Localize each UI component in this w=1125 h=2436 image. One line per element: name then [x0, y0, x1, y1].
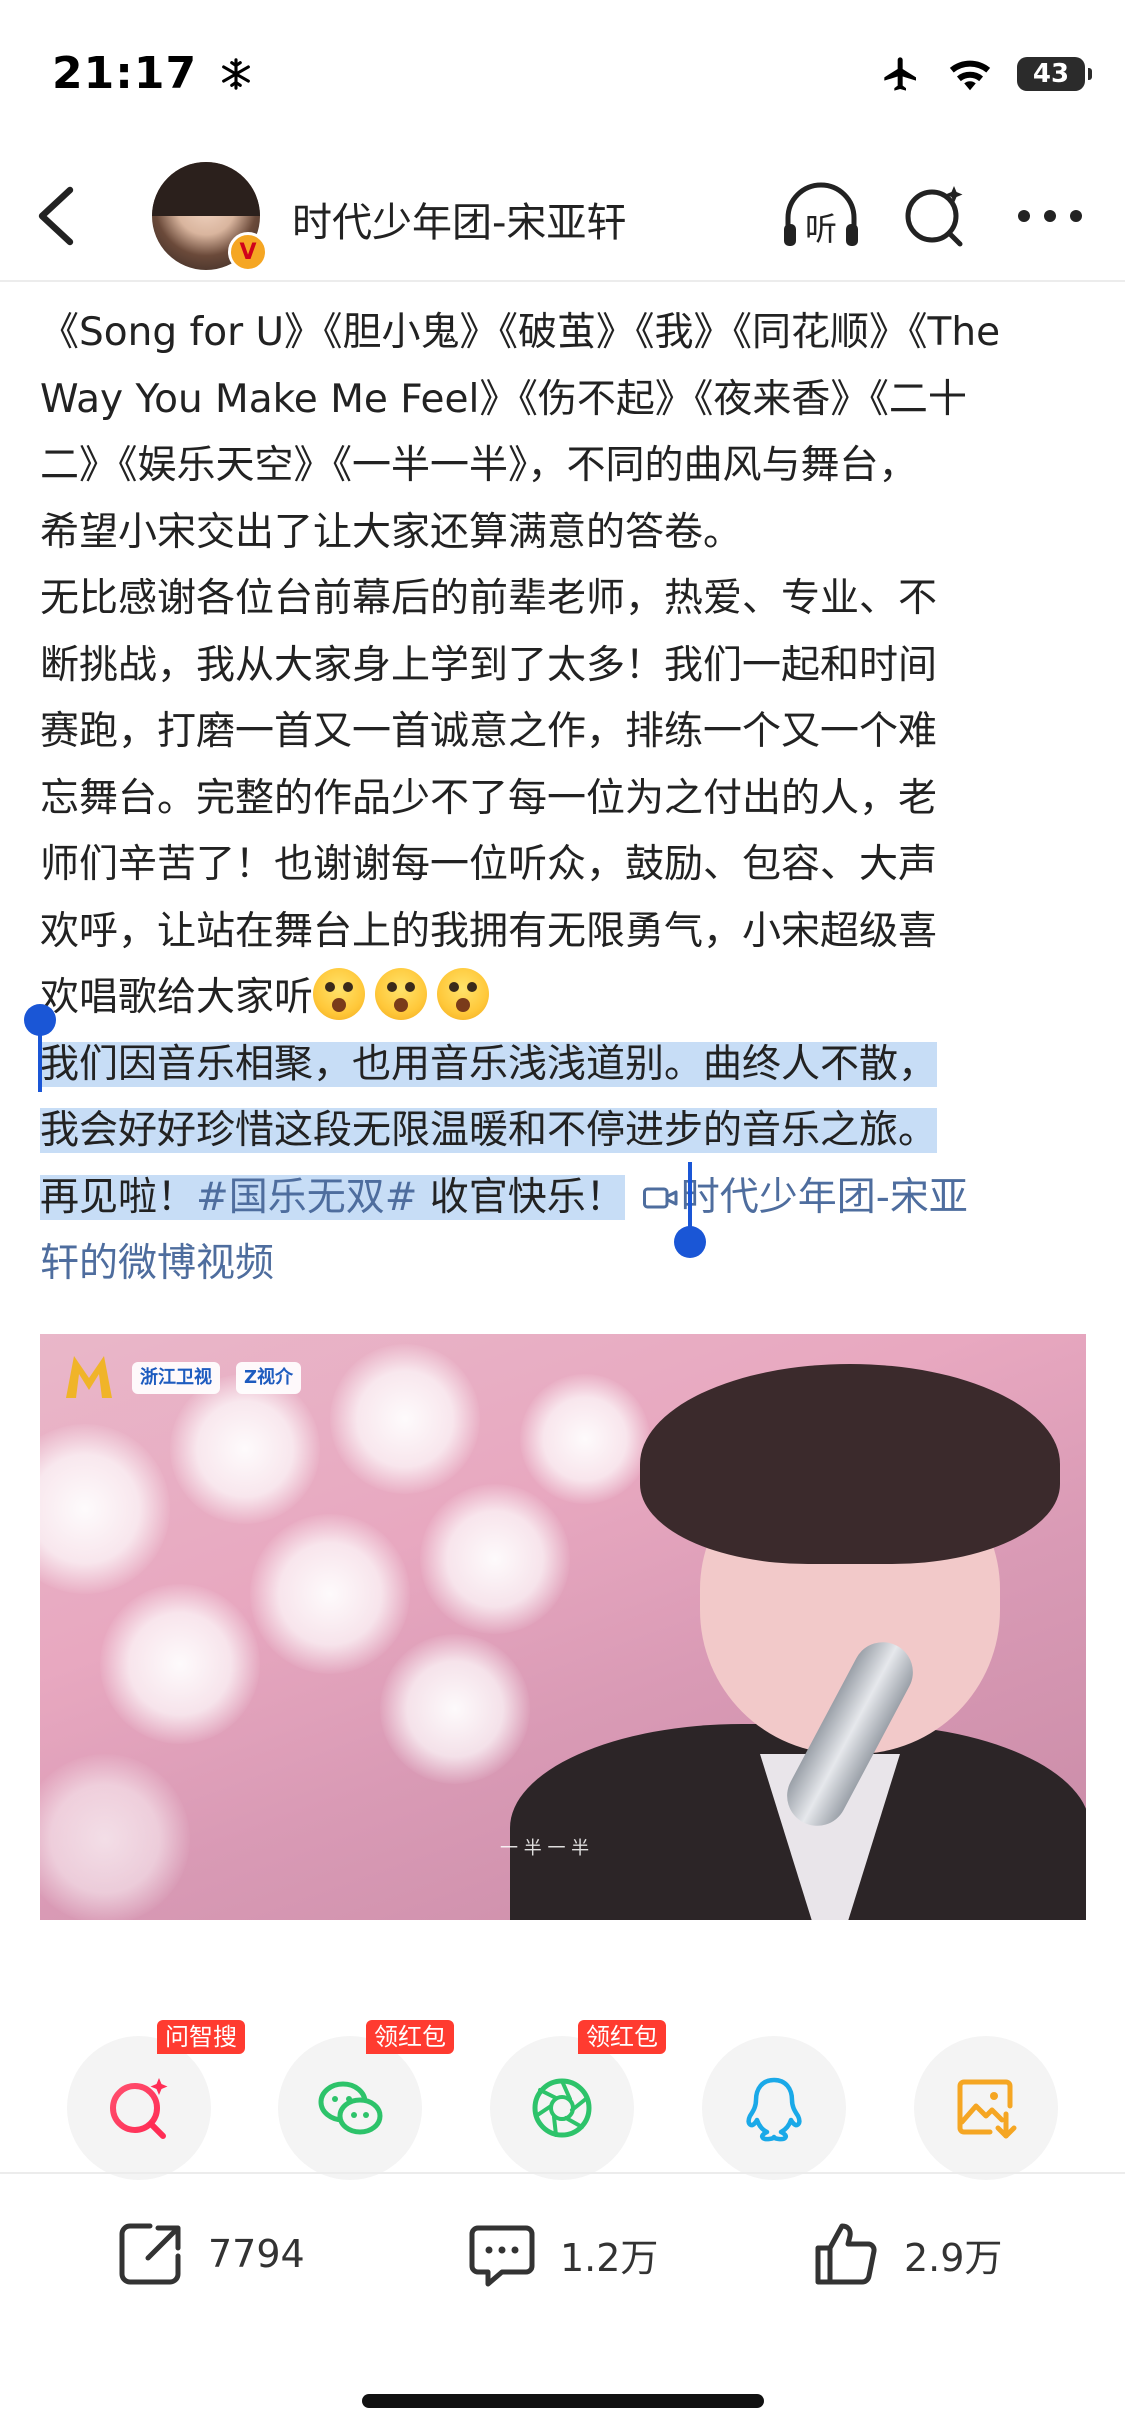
- ai-search-tag: 问智搜: [157, 2020, 245, 2054]
- verified-badge-label: V: [239, 239, 257, 265]
- video-camera-icon: [642, 1187, 678, 1208]
- zshijie-badge: Z视介: [236, 1362, 302, 1394]
- page-title[interactable]: 时代少年团-宋亚轩: [292, 190, 626, 248]
- channel-logo-icon: [66, 1356, 112, 1398]
- post-line: 轩的微博视频: [40, 1231, 1092, 1298]
- battery-icon: 43: [1017, 57, 1092, 91]
- home-indicator[interactable]: [362, 2394, 764, 2408]
- post-line: 二》《娱乐天空》《一半一半》，不同的曲风与舞台，: [40, 443, 918, 488]
- save-image-button[interactable]: [914, 2036, 1058, 2180]
- moments-icon: [532, 2078, 592, 2138]
- qq-icon: [746, 2077, 802, 2142]
- selection-start-bar: [38, 1020, 42, 1092]
- airplane-icon: [884, 57, 916, 91]
- status-indicators: 43: [879, 54, 1092, 94]
- status-bar: 21:17 43: [0, 0, 1125, 150]
- like-button[interactable]: 2.9万: [808, 2214, 1002, 2294]
- selection-end-handle[interactable]: [674, 1226, 706, 1258]
- selected-line: 我会好好珍惜这段无限温暖和不停进步的音乐之旅。: [40, 1098, 1092, 1165]
- post-line: 《Song for U》《胆小鬼》《破茧》《我》《同花顺》《The: [40, 310, 1001, 355]
- video-link-label-2[interactable]: 轩的微博视频: [40, 1241, 274, 1286]
- farewell-text: 再见啦！: [40, 1174, 197, 1220]
- zhejiang-tv-badge: 浙江卫视: [132, 1362, 220, 1394]
- selected-text: 我会好好珍惜这段无限温暖和不停进步的音乐之旅。: [40, 1108, 938, 1153]
- listen-icon[interactable]: 听: [780, 180, 862, 252]
- selected-text: 我们因音乐相聚，也用音乐浅浅道别。曲终人不散，: [40, 1041, 938, 1087]
- comment-button[interactable]: 1.2万: [464, 2214, 658, 2294]
- wechat-red-packet-tag: 领红包: [366, 2020, 454, 2054]
- clock-time: 21:17: [52, 48, 198, 99]
- wechat-icon: [318, 2081, 383, 2135]
- bokeh-light: [250, 1514, 410, 1674]
- share-row: 问智搜 领红包 领红包: [0, 2018, 1125, 2180]
- repost-button[interactable]: 7794: [112, 2214, 305, 2294]
- wifi-icon: [949, 60, 991, 91]
- avatar-hair: [152, 162, 260, 216]
- shocked-emoji-icon: [313, 968, 366, 1020]
- singer-hair: [640, 1364, 1060, 1564]
- comment-icon: [469, 2225, 535, 2287]
- snowflake-icon: [222, 58, 251, 90]
- post-line-text: 欢唱歌给大家听: [40, 975, 314, 1020]
- selected-text: 再见啦！#国乐无双# 收官快乐！: [40, 1174, 625, 1220]
- bokeh-light: [420, 1484, 570, 1634]
- video-caption: 一 半 一 半: [500, 1838, 590, 1859]
- battery-level: 43: [1032, 59, 1070, 89]
- bokeh-light: [40, 1754, 190, 1920]
- post-line: 欢呼，让站在舞台上的我拥有无限勇气，小宋超级喜: [40, 908, 938, 954]
- post-line: 欢唱歌给大家听: [40, 965, 1092, 1032]
- bokeh-light: [100, 1584, 260, 1744]
- nav-bar: V 时代少年团-宋亚轩 听: [0, 150, 1125, 282]
- search-icon[interactable]: [900, 180, 970, 252]
- shocked-emoji-icon: [437, 968, 490, 1020]
- save-image-icon: [957, 2079, 1017, 2139]
- post-line: 断挑战，我从大家身上学到了太多！我们一起和时间: [40, 642, 938, 688]
- selected-line: 我们因音乐相聚，也用音乐浅浅道别。曲终人不散，: [40, 1032, 1092, 1099]
- closing-text: 收官快乐！: [417, 1174, 625, 1220]
- repost-icon: [119, 2223, 181, 2285]
- listen-label: 听: [805, 210, 837, 248]
- video-link-label: 时代少年团-宋亚: [680, 1174, 968, 1220]
- post-line: 师们辛苦了！也谢谢每一位听众，鼓励、包容、大声: [40, 842, 938, 887]
- hashtag-link[interactable]: #国乐无双#: [196, 1175, 417, 1220]
- bokeh-light: [520, 1374, 650, 1504]
- bokeh-light: [40, 1424, 170, 1594]
- verified-badge-icon: V: [228, 232, 268, 272]
- selection-end-bar: [688, 1162, 692, 1234]
- share-ai-search-button[interactable]: 问智搜: [67, 2020, 245, 2180]
- post-line: 无比感谢各位台前幕后的前辈老师，热爱、专业、不: [40, 576, 938, 621]
- back-icon[interactable]: [30, 184, 86, 248]
- ai-search-icon: [110, 2078, 168, 2139]
- share-moments-button[interactable]: 领红包: [490, 2020, 666, 2180]
- moments-red-packet-tag: 领红包: [578, 2020, 666, 2054]
- repost-count: 7794: [208, 2232, 305, 2276]
- bokeh-light: [380, 1634, 530, 1784]
- more-icon[interactable]: [1014, 190, 1086, 242]
- thumbs-up-icon: [815, 2223, 877, 2285]
- bokeh-light: [170, 1374, 320, 1524]
- share-qq-button[interactable]: [702, 2036, 846, 2180]
- post-line: Way You Make Me Feel》《伤不起》《夜来香》《二十: [40, 376, 967, 422]
- share-wechat-button[interactable]: 领红包: [278, 2020, 454, 2180]
- bokeh-light: [330, 1344, 480, 1494]
- post-line: 赛跑，打磨一首又一首诚意之作，排练一个又一个难: [40, 709, 938, 754]
- shocked-emoji-icon: [375, 968, 428, 1020]
- post-line: 忘舞台。完整的作品少不了每一位为之付出的人，老: [40, 775, 938, 821]
- video-thumbnail[interactable]: 浙江卫视 Z视介 一 半 一 半: [40, 1334, 1086, 1920]
- status-time: 21:17: [52, 48, 253, 99]
- selected-line: 再见啦！#国乐无双# 收官快乐！ 时代少年团-宋亚: [40, 1165, 1092, 1232]
- post-body[interactable]: 《Song for U》《胆小鬼》《破茧》《我》《同花顺》《The Way Yo…: [40, 300, 1092, 1298]
- comment-count: 1.2万: [560, 2235, 659, 2280]
- avatar[interactable]: V: [152, 162, 268, 272]
- like-count: 2.9万: [904, 2235, 1003, 2280]
- post-line: 希望小宋交出了让大家还算满意的答卷。: [40, 509, 743, 555]
- action-bar: 7794 1.2万 2.9万: [0, 2174, 1125, 2334]
